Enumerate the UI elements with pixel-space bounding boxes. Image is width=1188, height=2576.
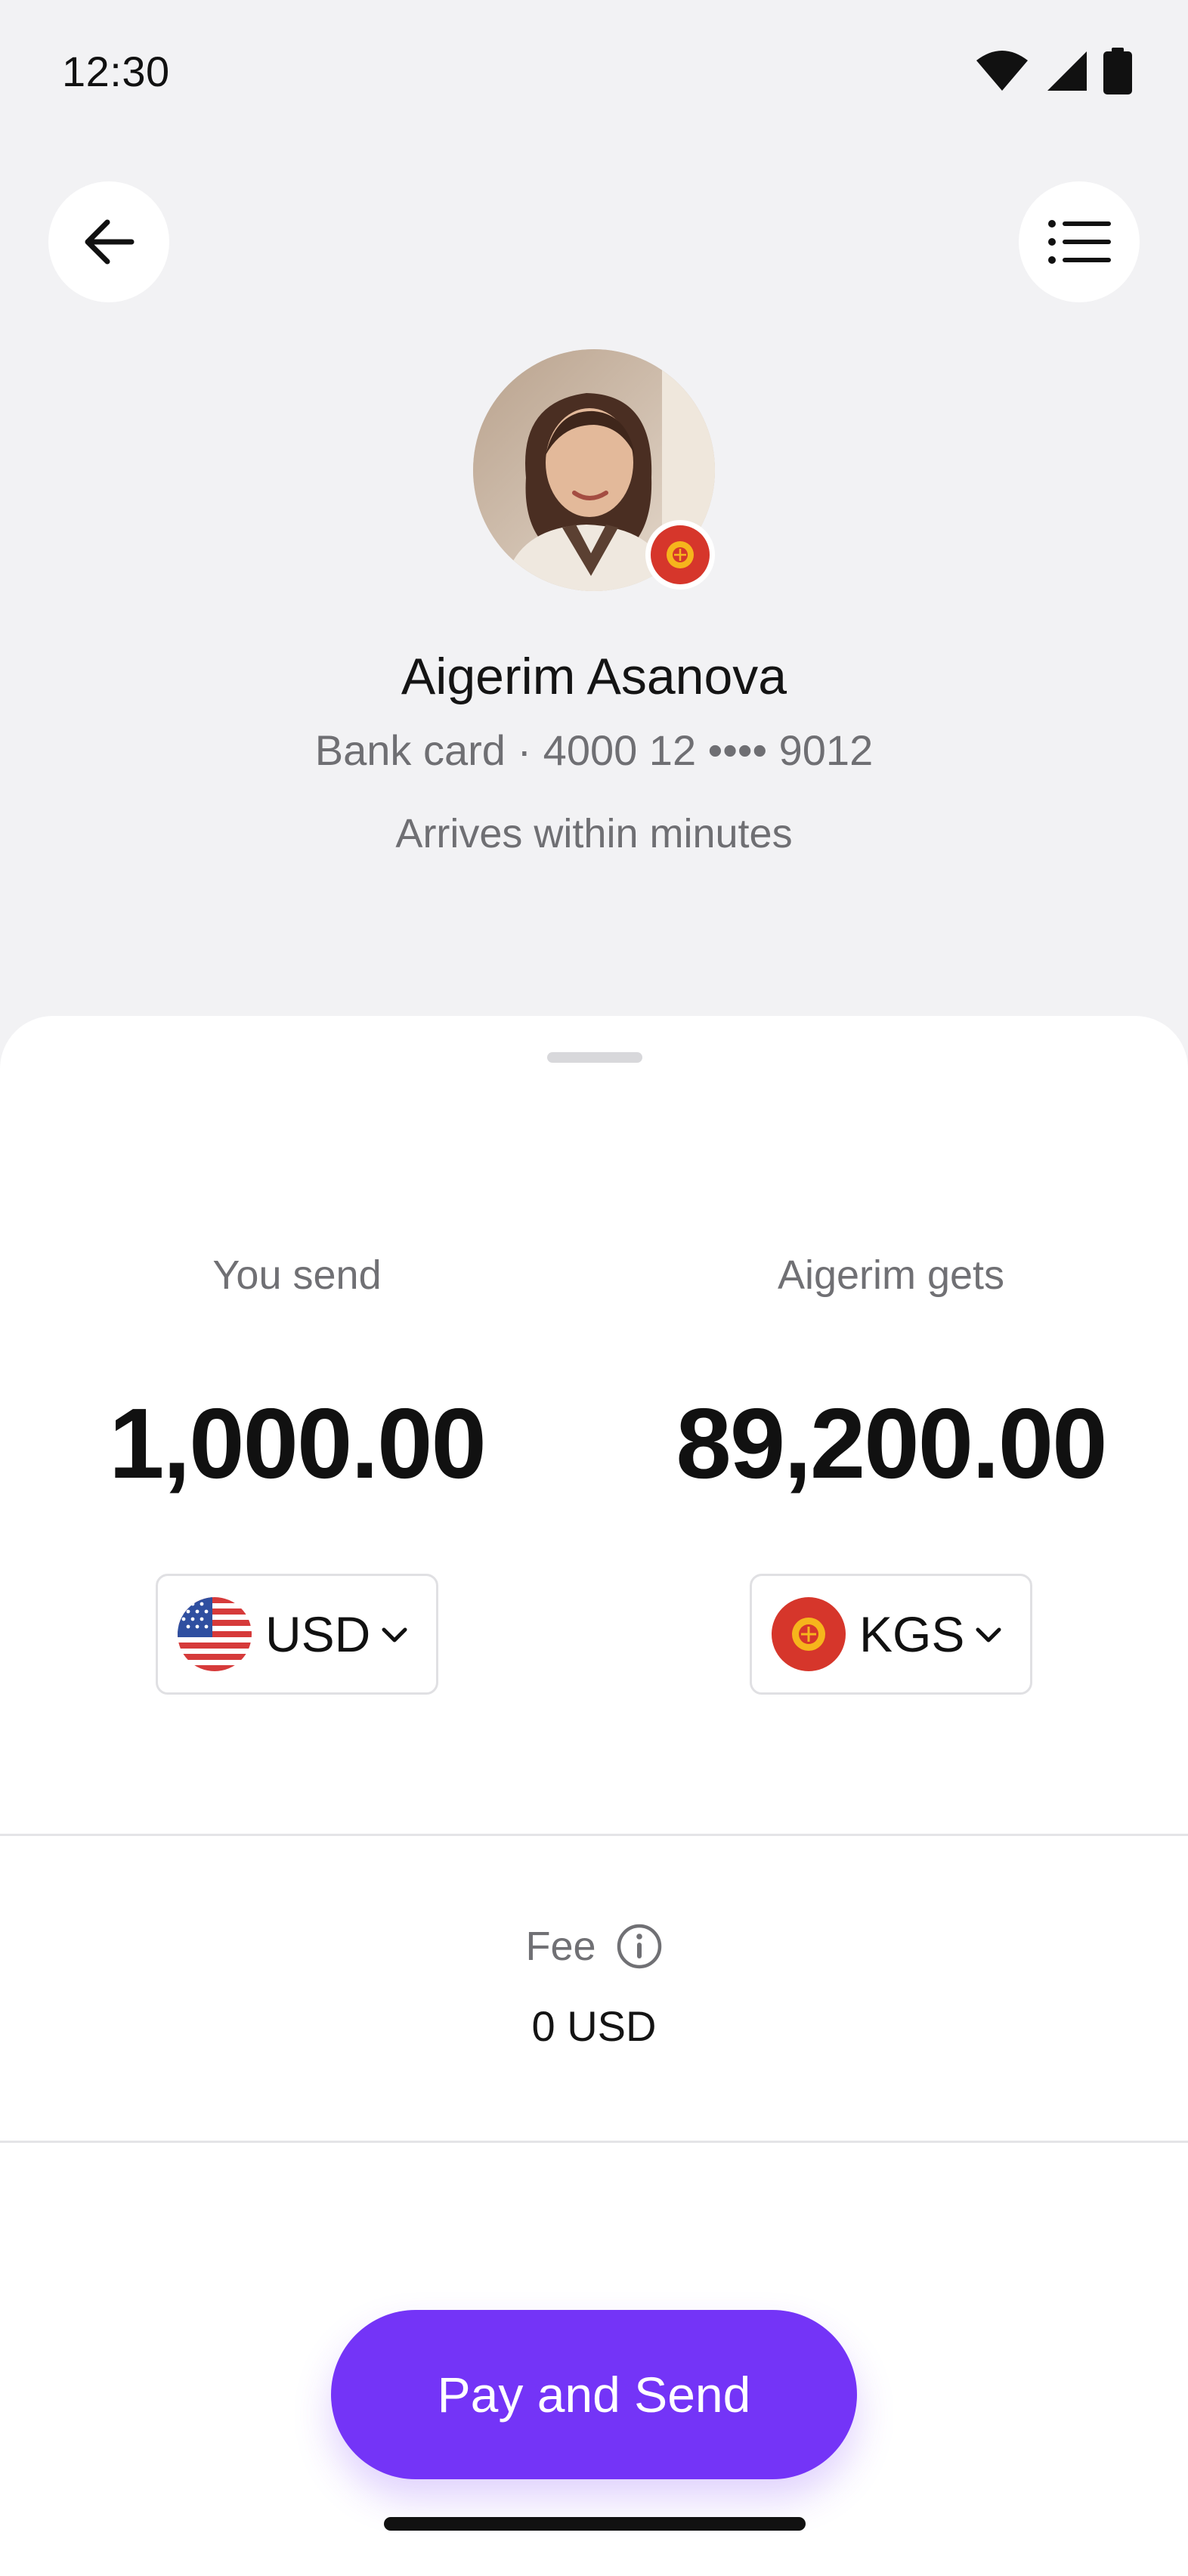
us-flag-icon (178, 1597, 252, 1671)
send-label: You send (212, 1252, 382, 1298)
arrow-left-icon (85, 219, 135, 265)
divider (0, 1834, 1188, 1836)
receive-label: Aigerim gets (777, 1252, 1005, 1298)
home-indicator (384, 2517, 806, 2531)
send-column: You send 1,000.00 USD (0, 1016, 594, 1696)
fee-row: Fee (0, 1923, 1188, 1970)
send-currency-selector[interactable]: USD (156, 1574, 438, 1695)
arrival-estimate: Arrives within minutes (395, 811, 793, 856)
cellular-signal-icon (1047, 51, 1087, 91)
status-time: 12:30 (62, 48, 170, 95)
receive-currency-selector[interactable]: KGS (750, 1574, 1032, 1695)
recipient-avatar-wrap (473, 349, 715, 591)
wifi-icon (976, 51, 1028, 91)
send-amount-input[interactable]: 1,000.00 (0, 1386, 594, 1500)
menu-button[interactable] (1019, 181, 1140, 302)
send-currency-flag (178, 1597, 252, 1671)
kyrgyzstan-flag-icon (772, 1597, 846, 1671)
status-icons (975, 48, 1132, 94)
receive-amount-input[interactable]: 89,200.00 (594, 1386, 1188, 1500)
receive-currency-flag (772, 1597, 846, 1671)
recipient-flag-badge (645, 520, 715, 590)
status-bar: 12:30 (0, 0, 1188, 144)
divider (0, 2141, 1188, 2143)
pay-and-send-button[interactable]: Pay and Send (331, 2310, 857, 2479)
info-icon[interactable] (616, 1923, 663, 1970)
recipient-name: Aigerim Asanova (401, 648, 787, 705)
receive-currency-code: KGS (859, 1606, 965, 1662)
back-button[interactable] (48, 181, 169, 302)
send-currency-code: USD (265, 1606, 371, 1662)
transfer-sheet: You send 1,000.00 USD Aigerim gets 89,20… (0, 1016, 1188, 2576)
battery-icon (1103, 48, 1132, 94)
fee-value: 0 USD (531, 2002, 657, 2050)
chevron-down-icon (382, 1627, 407, 1643)
list-icon (1048, 220, 1111, 264)
kyrgyzstan-flag-icon (651, 525, 710, 584)
receive-column: Aigerim gets 89,200.00 KGS (594, 1016, 1188, 1696)
fee-label: Fee (525, 1924, 596, 1969)
recipient-card-details: Bank card · 4000 12 •••• 9012 (314, 726, 874, 774)
chevron-down-icon (976, 1627, 1001, 1643)
